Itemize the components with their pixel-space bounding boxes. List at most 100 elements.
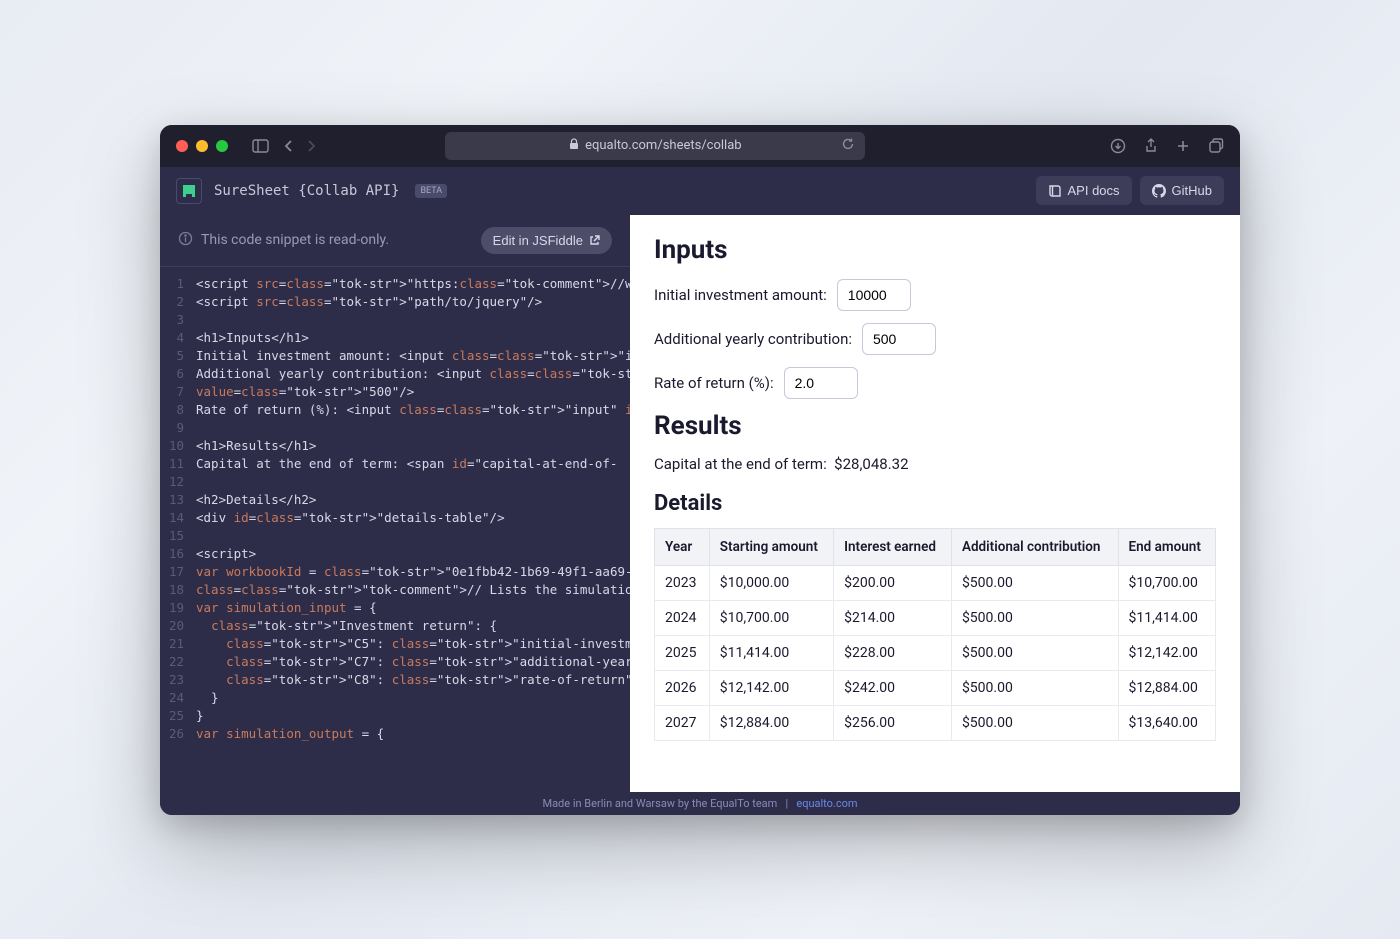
table-cell: $256.00 [834,705,952,740]
table-header-cell: End amount [1118,528,1215,565]
table-row: 2023$10,000.00$200.00$500.00$10,700.00 [655,565,1216,600]
api-docs-button[interactable]: API docs [1036,176,1132,205]
code-line: 3 [160,311,630,329]
table-cell: 2024 [655,600,710,635]
url-bar[interactable]: equalto.com/sheets/collab [445,132,865,160]
table-row: 2026$12,142.00$242.00$500.00$12,884.00 [655,670,1216,705]
table-cell: 2027 [655,705,710,740]
edit-jsfiddle-button[interactable]: Edit in JSFiddle [481,227,612,254]
table-cell: 2025 [655,635,710,670]
code-line: 9 [160,419,630,437]
table-header-cell: Starting amount [709,528,833,565]
book-icon [1048,184,1062,198]
table-body: 2023$10,000.00$200.00$500.00$10,700.0020… [655,565,1216,740]
table-cell: $500.00 [951,635,1118,670]
main-area: This code snippet is read-only. Edit in … [160,215,1240,792]
table-row: 2024$10,700.00$214.00$500.00$11,414.00 [655,600,1216,635]
code-line: 17var workbookId = class="tok-str">"0e1f… [160,563,630,581]
github-icon [1152,184,1166,198]
table-cell: $10,000.00 [709,565,833,600]
code-editor[interactable]: 1<script src=class="tok-str">"https:clas… [160,267,630,792]
footer-text: Made in Berlin and Warsaw by the EqualTo… [542,797,777,810]
lock-icon [569,138,579,153]
table-cell: $10,700.00 [1118,565,1215,600]
code-line: 19var simulation_input = { [160,599,630,617]
beta-badge: BETA [415,184,447,198]
footer: Made in Berlin and Warsaw by the EqualTo… [160,792,1240,815]
back-icon[interactable] [283,139,293,153]
code-line: 4<h1>Inputs</h1> [160,329,630,347]
table-cell: 2026 [655,670,710,705]
additional-contribution-label: Additional yearly contribution: [654,330,852,348]
table-cell: $500.00 [951,565,1118,600]
code-line: 7value=class="tok-str">"500"/> [160,383,630,401]
titlebar: equalto.com/sheets/collab [160,125,1240,167]
new-tab-icon[interactable] [1176,139,1190,153]
result-line: Capital at the end of term: $28,048.32 [654,455,1216,473]
readonly-label: This code snippet is read-only. [201,232,473,248]
footer-link[interactable]: equalto.com [796,797,857,810]
inputs-heading: Inputs [654,235,1216,265]
code-panel: This code snippet is read-only. Edit in … [160,215,630,792]
table-cell: $12,884.00 [1118,670,1215,705]
table-cell: $214.00 [834,600,952,635]
table-cell: $12,142.00 [1118,635,1215,670]
sidebar-toggle-icon[interactable] [252,139,269,153]
external-link-icon [589,235,600,246]
capital-label: Capital at the end of term: [654,455,827,473]
maximize-window-button[interactable] [216,140,228,152]
code-line: 20 class="tok-str">"Investment return": … [160,617,630,635]
code-toolbar: This code snippet is read-only. Edit in … [160,215,630,267]
details-heading: Details [654,491,1216,516]
app-title: SureSheet {Collab API} [214,183,399,199]
github-button[interactable]: GitHub [1140,176,1224,205]
code-line: 26var simulation_output = { [160,725,630,743]
code-line: 15 [160,527,630,545]
code-line: 11Capital at the end of term: <span id="… [160,455,630,473]
table-cell: $242.00 [834,670,952,705]
table-header-cell: Additional contribution [951,528,1118,565]
code-line: 6Additional yearly contribution: <input … [160,365,630,383]
code-line: 16<script> [160,545,630,563]
download-icon[interactable] [1110,138,1126,154]
initial-investment-input[interactable] [837,279,911,311]
table-cell: $13,640.00 [1118,705,1215,740]
minimize-window-button[interactable] [196,140,208,152]
preview-panel: Inputs Initial investment amount: Additi… [630,215,1240,792]
info-icon [178,231,193,250]
rate-of-return-input[interactable] [784,367,858,399]
additional-contribution-input[interactable] [862,323,936,355]
url-text: equalto.com/sheets/collab [585,138,742,153]
code-line: 10<h1>Results</h1> [160,437,630,455]
table-cell: $12,142.00 [709,670,833,705]
table-cell: $500.00 [951,705,1118,740]
table-cell: $500.00 [951,670,1118,705]
close-window-button[interactable] [176,140,188,152]
table-cell: 2023 [655,565,710,600]
rate-of-return-label: Rate of return (%): [654,374,774,392]
input-row-initial: Initial investment amount: [654,279,1216,311]
code-line: 13<h2>Details</h2> [160,491,630,509]
code-line: 23 class="tok-str">"C8": class="tok-str"… [160,671,630,689]
forward-icon[interactable] [307,139,317,153]
code-line: 5Initial investment amount: <input class… [160,347,630,365]
code-line: 18class=class="tok-str">"tok-comment">//… [160,581,630,599]
details-table: YearStarting amountInterest earnedAdditi… [654,528,1216,741]
code-line: 22 class="tok-str">"C7": class="tok-str"… [160,653,630,671]
results-heading: Results [654,411,1216,441]
code-line: 8Rate of return (%): <input class=class=… [160,401,630,419]
table-header-cell: Year [655,528,710,565]
code-line: 21 class="tok-str">"C5": class="tok-str"… [160,635,630,653]
code-line: 2<script src=class="tok-str">"path/to/jq… [160,293,630,311]
tabs-icon[interactable] [1208,138,1224,154]
app-header: SureSheet {Collab API} BETA API docs Git… [160,167,1240,215]
traffic-lights [176,140,228,152]
table-cell: $12,884.00 [709,705,833,740]
table-cell: $11,414.00 [1118,600,1215,635]
table-cell: $500.00 [951,600,1118,635]
code-line: 14<div id=class="tok-str">"details-table… [160,509,630,527]
app-logo [176,178,202,204]
reload-icon[interactable] [841,137,855,155]
share-icon[interactable] [1144,138,1158,154]
input-row-rate: Rate of return (%): [654,367,1216,399]
